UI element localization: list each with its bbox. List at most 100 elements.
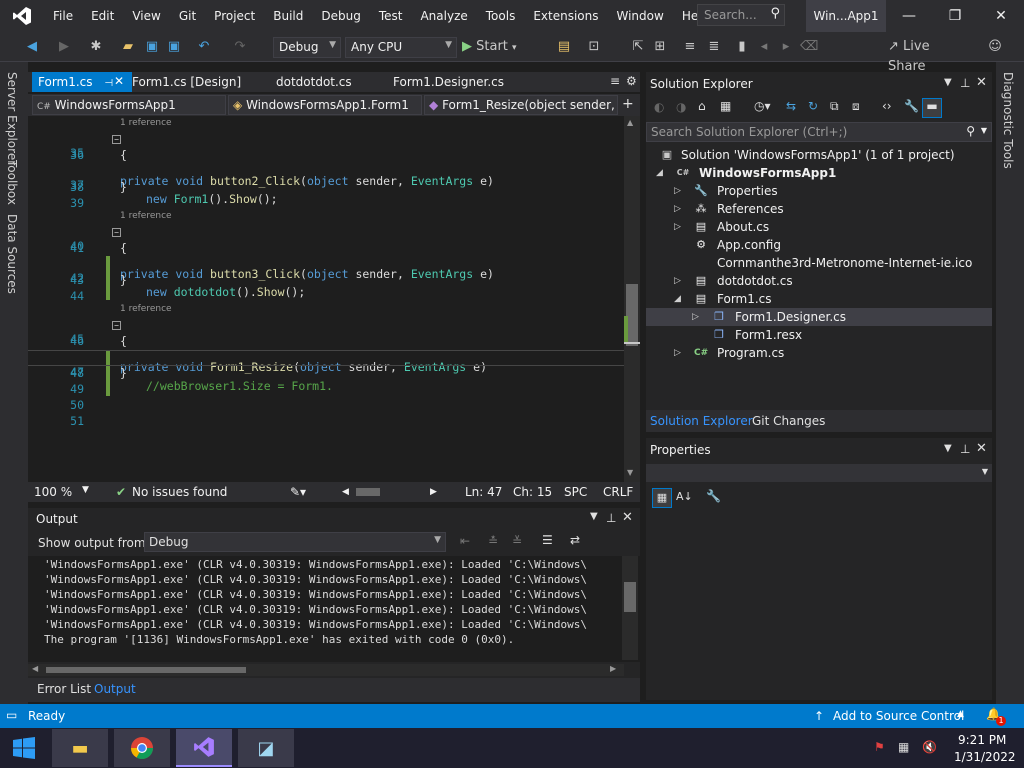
pending-changes-filter-icon[interactable]: ◷▾: [754, 99, 771, 113]
member-select[interactable]: ◆ Form1_Resize(object sender, E: [424, 95, 618, 115]
start-debugging-button[interactable]: ▶ Start ▾: [462, 37, 524, 57]
comment-lines-icon[interactable]: ≡: [682, 37, 698, 57]
properties-object-select[interactable]: ▼: [646, 464, 992, 482]
property-pages-icon[interactable]: 🔧: [706, 489, 721, 503]
tab-overflow-icon[interactable]: ≡: [610, 74, 620, 88]
menu-git[interactable]: Git: [170, 0, 205, 32]
show-all-files-icon[interactable]: ⧈: [852, 99, 860, 114]
clear-all-icon[interactable]: ☰: [542, 533, 553, 547]
menu-view[interactable]: View: [123, 0, 169, 32]
network-icon[interactable]: ▦: [898, 740, 909, 754]
undo-icon[interactable]: ↶: [196, 37, 212, 57]
next-message-icon[interactable]: ≚: [512, 534, 522, 548]
sync-icon[interactable]: ⇆: [786, 99, 796, 113]
bookmark-icon[interactable]: ▮: [734, 37, 750, 57]
close-icon[interactable]: ✕: [976, 75, 987, 90]
redo-icon[interactable]: ↷: [232, 37, 248, 57]
solution-configuration-select[interactable]: Debug ▼: [273, 37, 341, 58]
word-wrap-icon[interactable]: ⇄: [570, 533, 580, 547]
pin-icon[interactable]: ⊥: [960, 76, 970, 90]
back-icon[interactable]: ◐: [654, 100, 664, 114]
menu-extensions[interactable]: Extensions: [524, 0, 607, 32]
data-sources-tab[interactable]: Data Sources: [5, 214, 19, 294]
pin-icon[interactable]: ⊣: [104, 78, 113, 89]
layout-icon[interactable]: ⊞: [652, 37, 668, 57]
zoom-select[interactable]: 100 %: [34, 485, 72, 499]
scroll-down-icon[interactable]: ▼: [627, 468, 633, 477]
next-bookmark-icon[interactable]: ▸: [778, 37, 794, 57]
tab-form1-design[interactable]: Form1.cs [Design]: [126, 72, 247, 92]
notepad-icon[interactable]: ◪: [238, 729, 294, 767]
windows-start-icon[interactable]: [0, 729, 48, 767]
scroll-thumb[interactable]: [46, 667, 246, 673]
home-icon[interactable]: ⌂: [698, 99, 706, 113]
find-message-icon[interactable]: ⇤: [460, 534, 470, 548]
expand-icon[interactable]: ◢: [674, 290, 681, 308]
network-flag-icon[interactable]: ⚑: [874, 740, 885, 754]
tree-item-program-cs[interactable]: ▷ C# Program.cs: [646, 344, 992, 362]
tab-solution-explorer[interactable]: Solution Explorer: [650, 414, 753, 428]
visual-studio-task-icon[interactable]: [176, 729, 232, 767]
close-icon[interactable]: ✕: [976, 441, 987, 456]
preview-selected-items-icon[interactable]: ▬: [922, 98, 942, 118]
tab-output[interactable]: Output: [94, 682, 136, 696]
switch-views-icon[interactable]: ▦: [720, 99, 731, 113]
code-editor[interactable]: 1 reference 35 − private void button2_Cl…: [28, 116, 624, 482]
volume-muted-icon[interactable]: 🔇: [922, 740, 937, 754]
chevron-down-icon[interactable]: ▼: [944, 77, 952, 88]
menu-test[interactable]: Test: [370, 0, 412, 32]
whitespace-indicator[interactable]: SPC: [564, 485, 587, 499]
menu-debug[interactable]: Debug: [312, 0, 369, 32]
close-tab-icon[interactable]: ✕: [114, 74, 124, 88]
menu-edit[interactable]: Edit: [82, 0, 123, 32]
pin-icon[interactable]: ⊥: [960, 442, 970, 456]
minimize-icon[interactable]: —: [886, 0, 932, 32]
forward-icon[interactable]: ◑: [676, 100, 686, 114]
tab-dotdotdot-cs[interactable]: dotdotdot.cs: [270, 72, 358, 92]
collapse-icon[interactable]: −: [112, 321, 121, 330]
chevron-down-icon[interactable]: ▼: [944, 443, 952, 454]
feedback-icon[interactable]: ☺: [986, 37, 1004, 57]
chevron-up-icon[interactable]: ▲: [957, 709, 964, 719]
tree-item-about-cs[interactable]: ▷ ▤ About.cs: [646, 218, 992, 236]
tab-git-changes[interactable]: Git Changes: [752, 414, 825, 428]
collapse-all-icon[interactable]: ⧉: [830, 99, 839, 114]
chrome-icon[interactable]: [114, 729, 170, 767]
global-search-input[interactable]: Search... ⚲: [697, 4, 785, 26]
chevron-down-icon[interactable]: ▼: [590, 511, 598, 522]
diagnostic-tools-tab[interactable]: Diagnostic Tools: [1001, 72, 1015, 169]
horizontal-scroll-thumb[interactable]: [356, 488, 380, 496]
save-all-icon[interactable]: ▣: [166, 37, 182, 57]
line-indicator[interactable]: Ln: 47: [465, 485, 502, 499]
tree-item-form1-resx[interactable]: ❐ Form1.resx: [646, 326, 992, 344]
expand-icon[interactable]: ▷: [674, 218, 681, 236]
codelens-reference[interactable]: 1 reference: [120, 211, 172, 223]
scroll-right-icon[interactable]: ▶: [430, 487, 437, 497]
collapse-icon[interactable]: −: [112, 228, 121, 237]
tab-form1-designer-cs[interactable]: Form1.Designer.cs: [387, 72, 510, 92]
scroll-left-icon[interactable]: ◀: [342, 487, 349, 497]
properties-wrench-icon[interactable]: 🔧: [904, 99, 919, 113]
toolbox-tab[interactable]: Toolbox: [5, 160, 19, 205]
menu-build[interactable]: Build: [264, 0, 312, 32]
tree-item-ico-file[interactable]: Cornmanthe3rd-Metronome-Internet-ie.ico: [646, 254, 992, 272]
navigate-back-icon[interactable]: ◀: [24, 37, 40, 57]
solution-platform-select[interactable]: Any CPU ▼: [345, 37, 457, 58]
new-project-icon[interactable]: ✱: [88, 37, 104, 57]
scroll-left-icon[interactable]: ◀: [32, 664, 38, 673]
menu-analyze[interactable]: Analyze: [411, 0, 476, 32]
pin-icon[interactable]: ⊥: [606, 511, 616, 525]
project-select[interactable]: C# WindowsFormsApp1: [32, 95, 226, 115]
menu-file[interactable]: File: [44, 0, 82, 32]
menu-project[interactable]: Project: [205, 0, 264, 32]
file-explorer-icon[interactable]: ▬: [52, 729, 108, 767]
tree-item-app-config[interactable]: ⚙ App.config: [646, 236, 992, 254]
cleanup-brush-icon[interactable]: ✎▾: [290, 485, 306, 499]
close-icon[interactable]: ✕: [978, 0, 1024, 32]
server-explorer-tab[interactable]: Server Explorer: [5, 72, 19, 165]
prev-message-icon[interactable]: ≛: [488, 534, 498, 548]
find-in-files-icon[interactable]: ▤: [556, 37, 572, 57]
clock-date[interactable]: 1/31/2022: [954, 750, 1016, 764]
scroll-right-icon[interactable]: ▶: [610, 664, 616, 673]
chevron-down-icon[interactable]: ▼: [82, 485, 89, 495]
